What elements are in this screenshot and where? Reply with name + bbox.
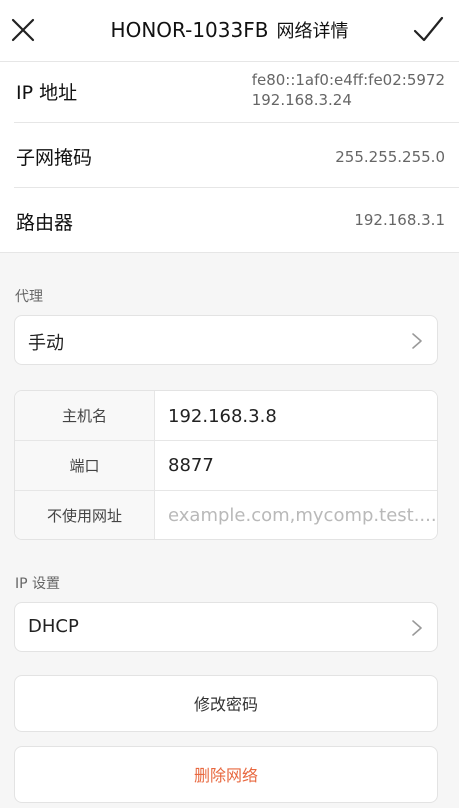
- proxy-bypass-row: 不使用网址: [15, 490, 437, 539]
- ip-address-row: IP 地址 fe80::1af0:e4ff:fe02:5972 192.168.…: [14, 62, 459, 123]
- proxy-mode-value: 手动: [28, 333, 64, 354]
- proxy-port-input[interactable]: [155, 441, 437, 490]
- network-ssid: HONOR-1033FB: [110, 18, 269, 42]
- proxy-port-row: 端口: [15, 440, 437, 490]
- ipv4-address: 192.168.3.24: [251, 91, 352, 109]
- chevron-right-icon: [411, 332, 423, 350]
- subnet-mask-row: 子网掩码 255.255.255.0: [14, 123, 459, 188]
- router-label: 路由器: [16, 212, 74, 234]
- ipv6-address: fe80::1af0:e4ff:fe02:5972: [251, 71, 445, 89]
- top-bar: HONOR-1033FB 网络详情: [0, 0, 459, 62]
- ip-address-label: IP 地址: [16, 82, 78, 104]
- ip-address-values: fe80::1af0:e4ff:fe02:5972 192.168.3.24: [252, 70, 445, 110]
- network-info-list: IP 地址 fe80::1af0:e4ff:fe02:5972 192.168.…: [0, 62, 459, 252]
- proxy-bypass-input[interactable]: [155, 491, 437, 539]
- change-password-button[interactable]: 修改密码: [14, 675, 438, 732]
- proxy-section-title: 代理: [15, 289, 43, 305]
- subnet-mask-value: 255.255.255.0: [335, 148, 445, 166]
- router-value: 192.168.3.1: [354, 211, 445, 229]
- proxy-mode-select[interactable]: 手动: [14, 315, 438, 365]
- proxy-bypass-label: 不使用网址: [15, 491, 155, 539]
- confirm-button[interactable]: [411, 13, 445, 47]
- router-row: 路由器 192.168.3.1: [0, 188, 459, 252]
- check-icon: [413, 16, 444, 42]
- subnet-mask-label: 子网掩码: [16, 147, 93, 169]
- page-subtitle: 网络详情: [276, 21, 349, 42]
- proxy-host-input[interactable]: [155, 391, 437, 441]
- ip-settings-value: DHCP: [28, 616, 79, 637]
- ip-settings-select[interactable]: DHCP: [14, 602, 438, 652]
- delete-network-button[interactable]: 删除网络: [14, 746, 438, 803]
- proxy-port-label: 端口: [15, 441, 155, 490]
- proxy-settings-table: 主机名 端口 不使用网址: [14, 390, 438, 540]
- proxy-host-label: 主机名: [15, 391, 155, 441]
- page-title: HONOR-1033FB 网络详情: [0, 16, 459, 46]
- proxy-host-row: 主机名: [15, 391, 437, 441]
- ip-settings-section-title: IP 设置: [15, 576, 61, 592]
- chevron-right-icon: [411, 619, 423, 637]
- divider: [0, 252, 459, 253]
